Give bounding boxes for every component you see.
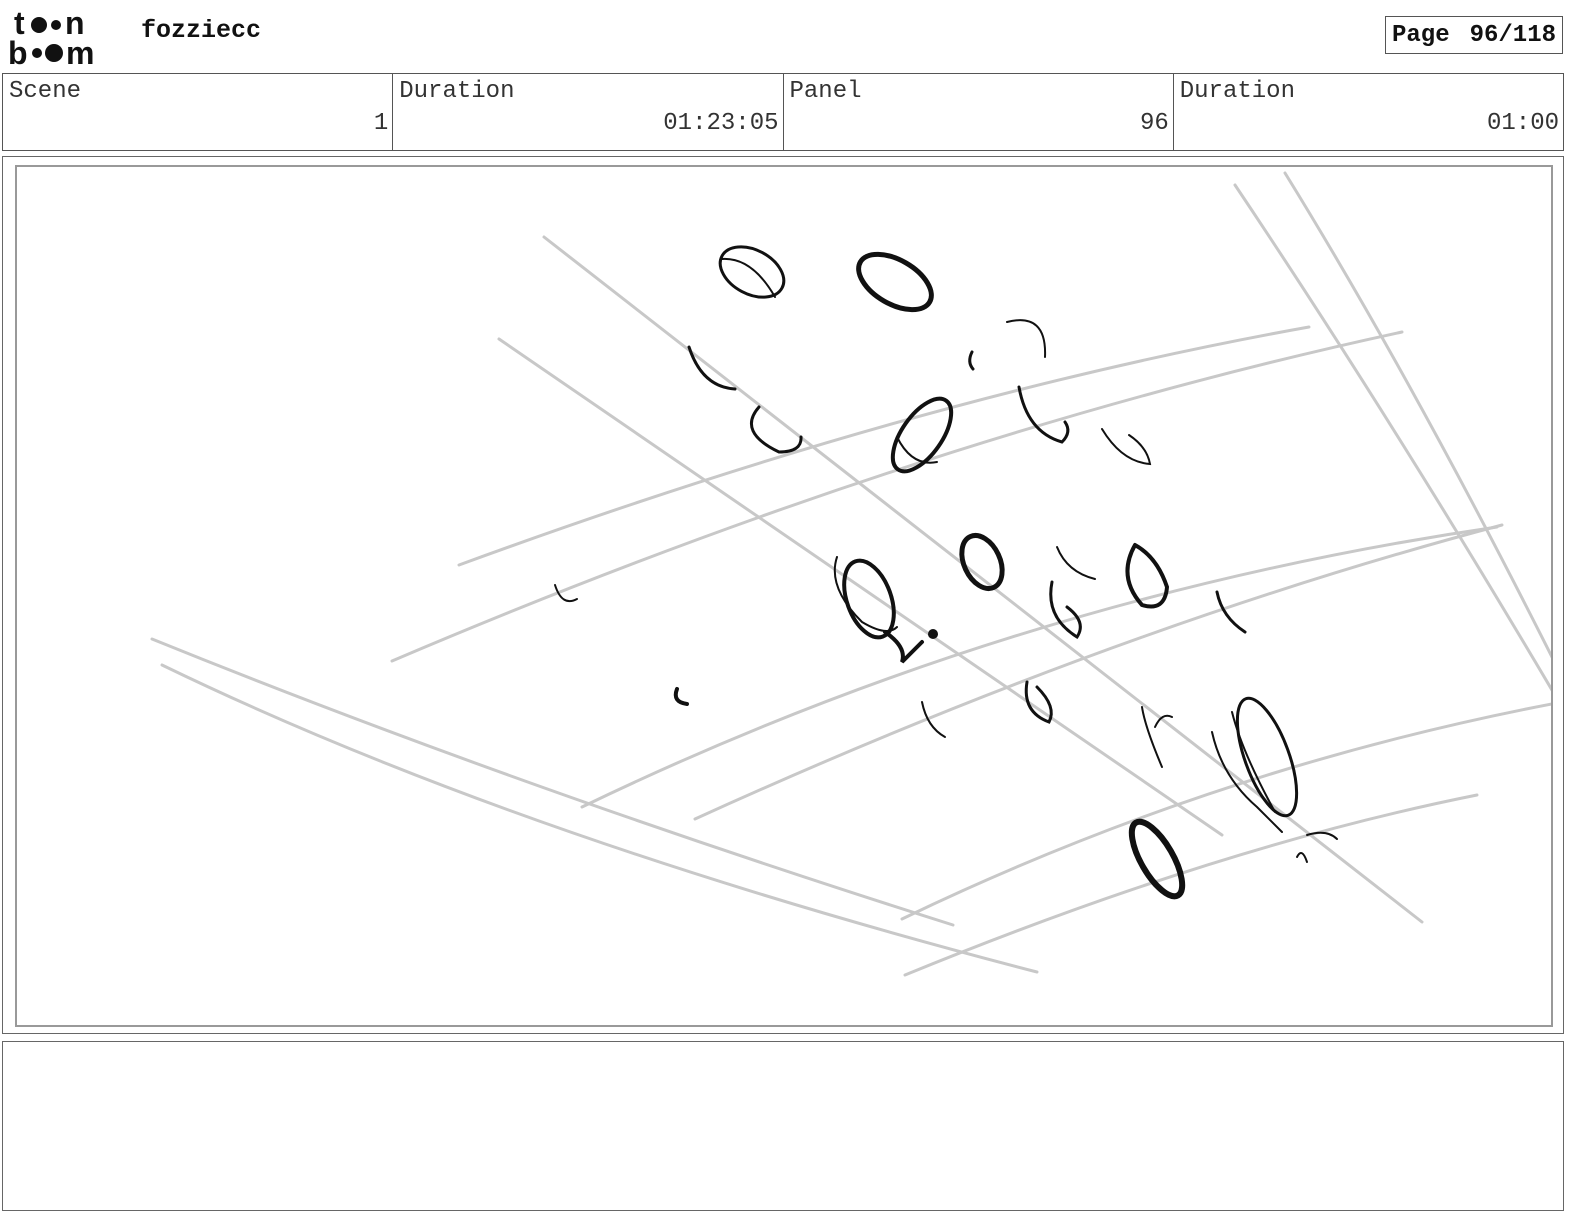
panel-notes-area: [2, 1041, 1564, 1211]
guide-lines: [150, 171, 1551, 977]
page-number: 96/118: [1469, 21, 1556, 49]
panel-sketch: [150, 171, 1551, 977]
panel-duration-label: Duration: [1179, 78, 1295, 105]
panel-duration-value: 01:00: [1486, 110, 1559, 137]
scene-number: 1: [373, 110, 389, 137]
panel-cell: Panel 96: [784, 74, 1174, 150]
panel-number: 96: [1139, 110, 1169, 137]
panel-label: Panel: [789, 78, 862, 105]
page-indicator: Page 96/118: [1385, 16, 1563, 54]
panel-info-bar: Scene 1 Duration 01:23:05 Panel 96 Durat…: [2, 73, 1564, 151]
toon-boom-logo: t n b m: [8, 6, 94, 66]
scene-label: Scene: [9, 78, 82, 105]
storyboard-panel: [15, 165, 1553, 1027]
svg-text:b: b: [8, 35, 28, 66]
page-label: Page: [1392, 21, 1450, 49]
panel-duration-cell: Duration 01:00: [1174, 74, 1563, 150]
svg-text:m: m: [66, 35, 94, 66]
scene-duration-label: Duration: [399, 78, 515, 105]
scene-cell: Scene 1: [3, 74, 394, 150]
scene-duration-cell: Duration 01:23:05: [393, 74, 784, 150]
scene-duration-value: 01:23:05: [663, 110, 779, 137]
project-name: fozziecc: [141, 16, 262, 45]
storyboard-panel-frame: [2, 156, 1564, 1034]
